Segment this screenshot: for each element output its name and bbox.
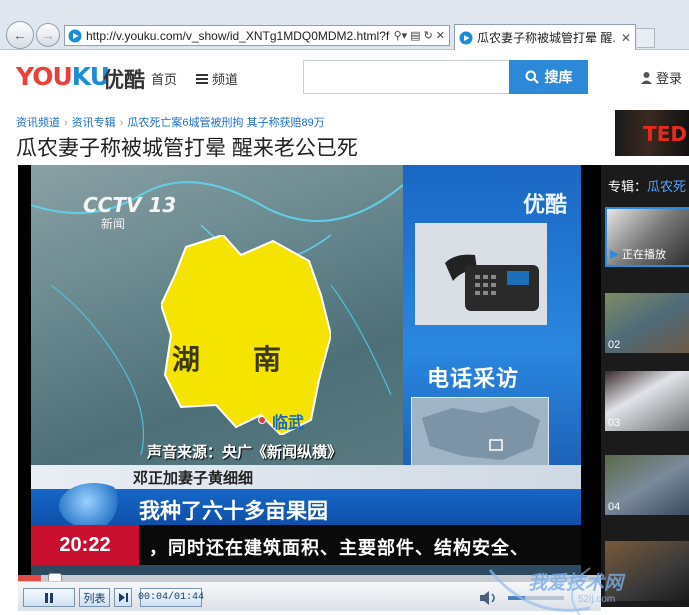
site-header: YOUKU 优酷 首页 频道 搜库 登录 — [0, 50, 689, 102]
nav-home-link[interactable]: 首页 — [151, 69, 177, 88]
url-text[interactable]: http://v.youku.com/v_show/id_XNTg1MDQ0MD… — [86, 29, 390, 43]
speaker-caption: 邓正加妻子黄细细 — [31, 465, 581, 489]
site-watermark: 我爱技术网 52ij.com — [470, 560, 685, 615]
map-label-nan: 南 — [253, 344, 282, 375]
browser-toolbar: ← → http://v.youku.com/v_show/id_XNTg1MD… — [0, 0, 689, 50]
next-button[interactable] — [114, 588, 132, 607]
interview-panel: 优酷 电话采访 — [403, 165, 581, 475]
refresh-icon[interactable]: ↻ — [424, 29, 433, 42]
playlist-item-number: 04 — [608, 501, 621, 513]
back-button[interactable]: ← — [6, 21, 34, 49]
mini-map-shape — [422, 406, 540, 460]
search-dropdown-icon[interactable]: ⚲▾ — [394, 29, 408, 42]
album-sidebar: 专辑：瓜农死 正在播放 02 03 04 — [601, 165, 689, 607]
search-button-label: 搜库 — [544, 69, 573, 85]
breadcrumb-item[interactable]: 资讯专辑 — [72, 117, 116, 129]
logo-chinese: 优酷 — [103, 69, 145, 92]
pause-icon — [45, 592, 53, 603]
forward-arrow-icon: → — [41, 27, 55, 43]
video-frame[interactable]: CCTV 13 新闻 湖 南 临武 声音来源：央广《新闻纵横》 优酷 电话采访 — [31, 165, 581, 575]
menu-icon — [196, 73, 208, 84]
next-icon — [118, 593, 128, 602]
city-label: 临武 — [272, 415, 305, 432]
nav-channel-menu[interactable]: 频道 — [196, 69, 238, 88]
chevron-right-icon: › — [64, 117, 68, 129]
video-player[interactable]: CCTV 13 新闻 湖 南 临武 声音来源：央广《新闻纵横》 优酷 电话采访 — [18, 165, 619, 607]
playlist-item[interactable]: 04 — [605, 455, 689, 515]
album-title-prefix: 专辑： — [608, 179, 648, 194]
playlist-button[interactable]: 列表 — [79, 588, 110, 607]
broadcast-clock: 20:22 — [31, 525, 139, 565]
phone-image — [415, 223, 547, 325]
playlist-item[interactable]: 03 — [605, 371, 689, 431]
new-tab-button[interactable] — [637, 28, 655, 48]
forward-button[interactable]: → — [36, 23, 60, 47]
telephone-icon — [415, 223, 547, 325]
browser-tab[interactable]: 瓜农妻子称被城管打晕 醒... ✕ — [454, 24, 636, 50]
youku-favicon-icon — [68, 29, 82, 42]
ad-thumbnail[interactable]: TED — [615, 110, 689, 156]
tab-favicon-icon — [459, 31, 473, 44]
tab-close-icon[interactable]: ✕ — [621, 31, 631, 45]
login-link[interactable]: 登录 — [640, 68, 682, 87]
search-icon — [525, 70, 539, 84]
pause-button[interactable] — [23, 588, 75, 607]
stop-icon[interactable]: ✕ — [436, 29, 445, 42]
watermark-text: 我爱技术网 — [528, 573, 624, 594]
login-label: 登录 — [656, 71, 683, 86]
chevron-right-icon: › — [119, 117, 124, 129]
subtitle-text: 我种了六十多亩果园 — [139, 500, 328, 523]
source-caption: 声音来源：央广《新闻纵横》 — [147, 444, 343, 461]
user-icon — [641, 72, 652, 84]
breadcrumb-item[interactable]: 瓜农死亡案6城管被刑拘 其子称获赔89万 — [127, 117, 324, 129]
youku-logo[interactable]: YOUKU — [16, 62, 110, 91]
speaker-name: 邓正加妻子黄细细 — [133, 470, 254, 487]
playlist-item[interactable]: 02 — [605, 293, 689, 353]
panel-watermark: 优酷 — [522, 192, 567, 217]
search-input[interactable] — [303, 60, 510, 94]
globe-icon — [59, 483, 129, 529]
compat-view-icon[interactable]: ▤ — [410, 29, 420, 42]
nav-channel-label: 频道 — [212, 72, 239, 87]
mini-map — [411, 397, 549, 467]
channel-logo: CCTV 13 — [83, 193, 177, 217]
breadcrumb: 资讯频道 › 资讯专辑 › 瓜农死亡案6城管被刑拘 其子称获赔89万 — [16, 114, 325, 130]
city-marker-icon — [258, 416, 266, 424]
address-bar[interactable]: http://v.youku.com/v_show/id_XNTg1MDQ0MD… — [64, 25, 450, 46]
playlist-item-number: 02 — [608, 339, 621, 351]
ticker-text: ，同时还在建筑面积、主要部件、结构安全、 — [149, 538, 529, 558]
news-ticker: 20:22 ，同时还在建筑面积、主要部件、结构安全、 — [31, 525, 581, 565]
page-title: 瓜农妻子称被城管打晕 醒来老公已死 — [16, 137, 358, 160]
time-display: 00:04/01:44 — [138, 588, 204, 607]
now-playing-label: 正在播放 — [622, 249, 666, 261]
search-button[interactable]: 搜库 — [509, 60, 588, 94]
playlist-item-number: 03 — [608, 417, 621, 429]
album-title-name[interactable]: 瓜农死 — [647, 179, 686, 194]
play-icon — [610, 249, 619, 259]
ad-logo-text: TED — [643, 122, 687, 146]
breadcrumb-item[interactable]: 资讯频道 — [16, 117, 60, 129]
interview-label: 电话采访 — [427, 366, 520, 391]
logo-you: YOU — [16, 62, 73, 91]
watermark-url: 52ij.com — [578, 594, 616, 605]
tab-title: 瓜农妻子称被城管打晕 醒... — [477, 31, 615, 45]
map-label-hu: 湖 — [172, 344, 201, 375]
album-title: 专辑：瓜农死 — [608, 176, 686, 195]
province-shape — [161, 235, 331, 435]
channel-sublabel: 新闻 — [101, 217, 126, 231]
playlist-item[interactable]: 正在播放 — [605, 207, 689, 267]
back-arrow-icon: ← — [13, 27, 27, 43]
now-playing-badge: 正在播放 — [610, 246, 666, 262]
